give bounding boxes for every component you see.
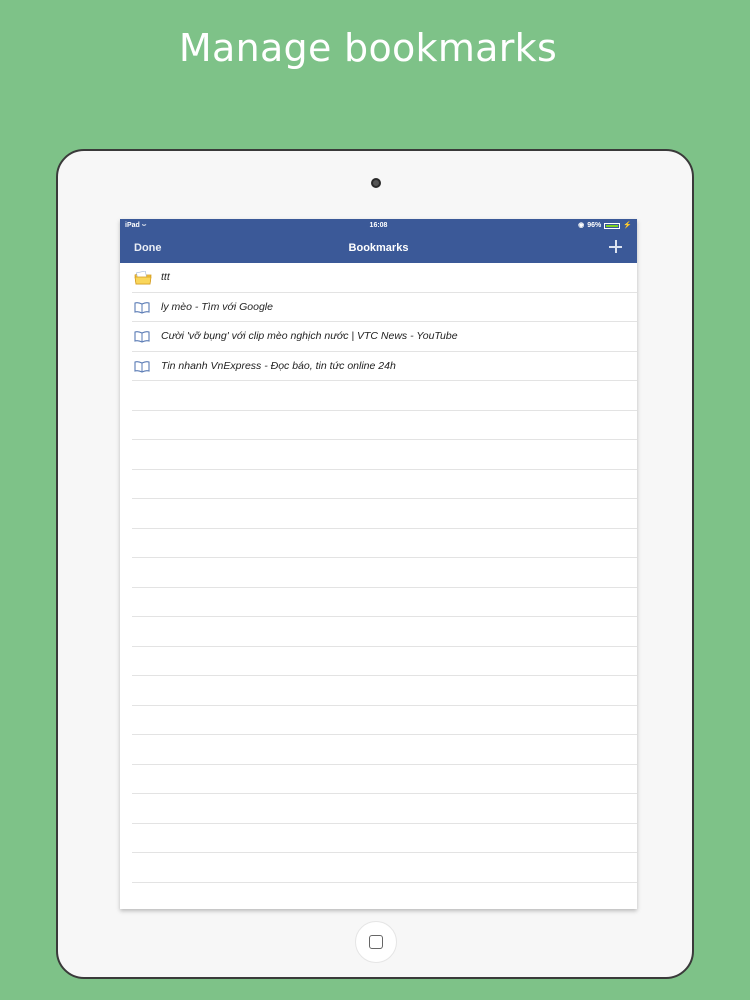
home-button[interactable]	[355, 921, 397, 963]
orientation-lock-icon: ◉	[578, 222, 585, 229]
bookmark-row[interactable]: ly mèo - Tìm với Google	[132, 293, 637, 322]
empty-row	[132, 676, 637, 706]
empty-row	[132, 735, 637, 765]
empty-row	[132, 853, 637, 883]
book-icon	[134, 330, 150, 343]
bookmark-label: Cười 'vỡ bụng' với clip mèo nghịch nước …	[161, 330, 458, 342]
status-right: ◉ 96% ⚡	[578, 219, 632, 233]
empty-row	[132, 824, 637, 853]
add-bookmark-button[interactable]	[607, 238, 625, 256]
bookmark-label: ttt	[161, 271, 170, 283]
status-time: 16:08	[369, 222, 388, 229]
folder-icon	[134, 270, 152, 285]
ipad-frame: iPad ⌣ 16:08 ◉ 96% ⚡ Done Bookmarks ttt l…	[56, 149, 694, 979]
empty-row	[132, 617, 637, 647]
empty-row	[132, 706, 637, 735]
bookmark-label: Tin nhanh VnExpress - Đọc báo, tin tức o…	[161, 359, 396, 372]
empty-row	[132, 765, 637, 794]
empty-row	[132, 440, 637, 470]
empty-row	[132, 381, 637, 411]
bookmark-row[interactable]: Cười 'vỡ bụng' với clip mèo nghịch nước …	[132, 322, 637, 352]
book-icon	[134, 360, 150, 373]
empty-row	[132, 794, 637, 824]
bookmark-list: ttt ly mèo - Tìm với Google Cười 'vỡ bụng'…	[120, 263, 637, 909]
charging-icon: ⚡	[623, 222, 632, 229]
empty-row	[132, 499, 637, 529]
home-square-icon	[369, 935, 383, 949]
empty-row	[132, 470, 637, 499]
battery-percent: 96%	[587, 222, 602, 229]
nav-bar: Done Bookmarks	[120, 233, 637, 263]
empty-row	[132, 411, 637, 440]
app-screen: iPad ⌣ 16:08 ◉ 96% ⚡ Done Bookmarks ttt l…	[120, 219, 637, 909]
battery-fill	[606, 225, 618, 227]
bookmark-row[interactable]: ttt	[132, 263, 637, 293]
promo-headline: Manage bookmarks	[178, 26, 558, 70]
empty-row	[132, 883, 637, 910]
status-bar: iPad ⌣ 16:08 ◉ 96% ⚡	[120, 219, 637, 233]
book-icon	[134, 301, 150, 314]
battery-icon	[604, 223, 621, 229]
empty-row	[132, 647, 637, 676]
empty-row	[132, 588, 637, 617]
bookmark-row[interactable]: Tin nhanh VnExpress - Đọc báo, tin tức o…	[132, 352, 637, 381]
empty-row	[132, 558, 637, 588]
bookmark-label: ly mèo - Tìm với Google	[161, 300, 273, 313]
camera-icon	[371, 178, 381, 188]
nav-title: Bookmarks	[348, 242, 409, 254]
empty-row	[132, 529, 637, 558]
